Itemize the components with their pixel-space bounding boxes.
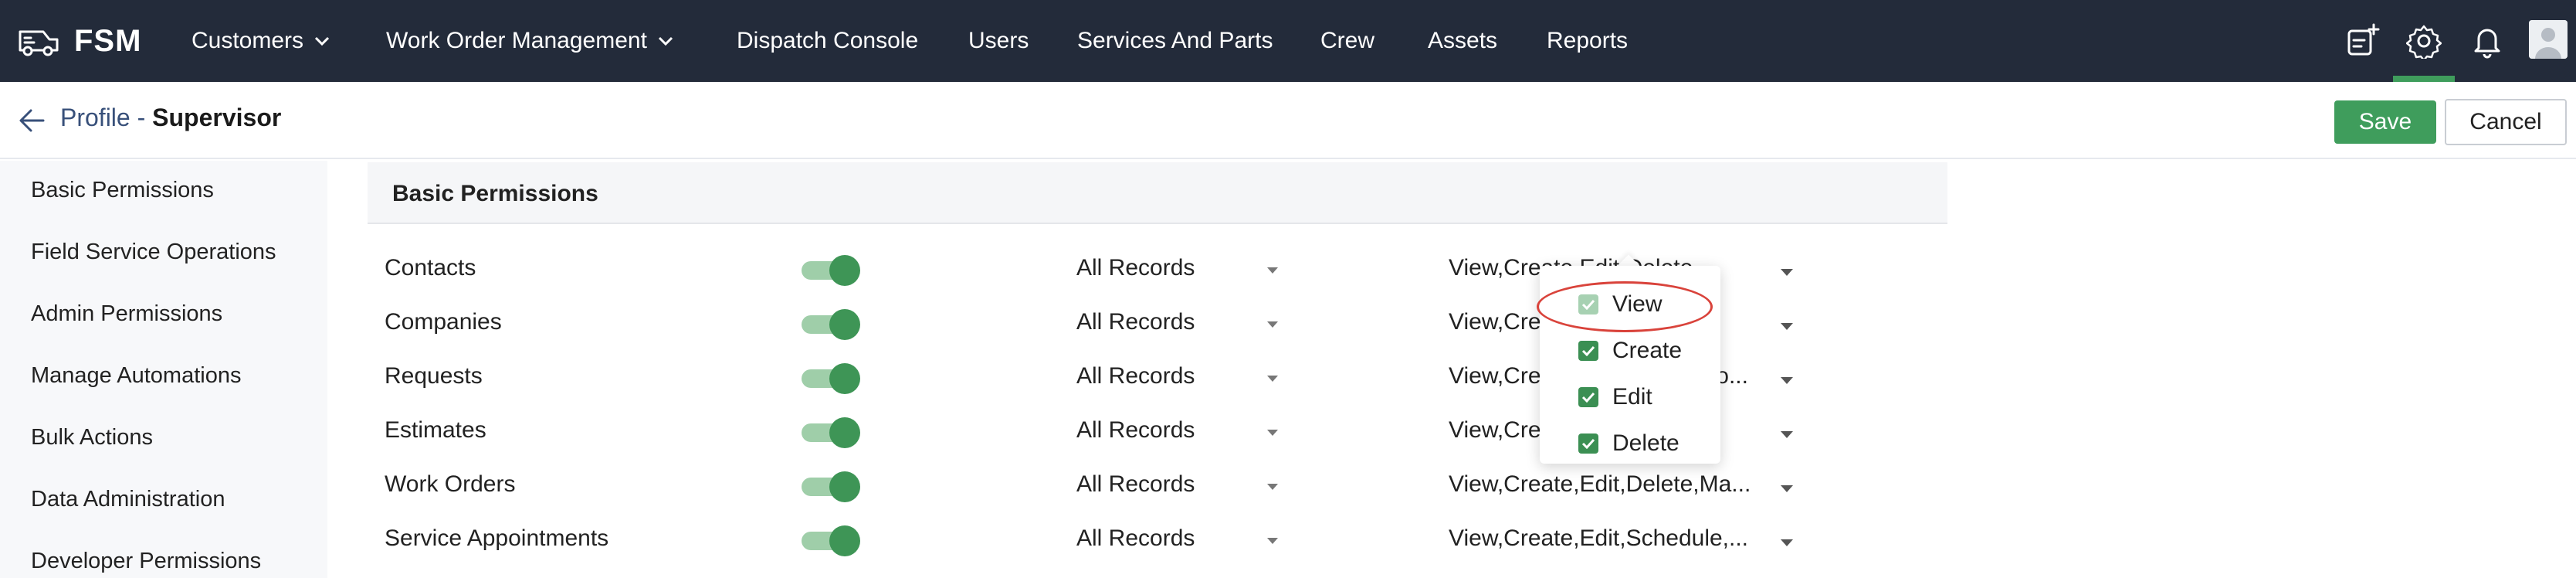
- module-toggle[interactable]: [802, 525, 860, 556]
- gear-icon[interactable]: [2406, 23, 2442, 59]
- caret-down-icon[interactable]: [1267, 538, 1278, 544]
- module-name: Companies: [385, 309, 502, 335]
- module-toggle[interactable]: [802, 255, 860, 286]
- permissions-select[interactable]: View,Create,Edit,Schedule,...: [1449, 525, 1757, 552]
- panel-title: Basic Permissions: [392, 181, 598, 206]
- nav-item-users[interactable]: Users: [968, 0, 1029, 82]
- bell-icon[interactable]: [2469, 23, 2505, 59]
- nav-item-label: Users: [968, 28, 1029, 53]
- records-select[interactable]: All Records: [1076, 309, 1195, 335]
- records-select[interactable]: All Records: [1076, 255, 1195, 281]
- caret-down-icon[interactable]: [1267, 321, 1278, 328]
- checkbox-checked-icon: [1578, 387, 1598, 407]
- caret-down-icon[interactable]: [1267, 267, 1278, 274]
- caret-down-icon[interactable]: [1267, 430, 1278, 436]
- panel-header: Basic Permissions: [368, 162, 1947, 224]
- records-select[interactable]: All Records: [1076, 471, 1195, 498]
- active-nav-indicator: [2393, 76, 2455, 82]
- title-separator: -: [130, 104, 153, 131]
- caret-down-icon[interactable]: [1781, 377, 1793, 384]
- chevron-down-icon: [314, 36, 330, 46]
- back-arrow-icon[interactable]: [19, 108, 45, 133]
- sidebar-item-field-service-operations[interactable]: Field Service Operations: [31, 240, 276, 265]
- sidebar-item-admin-permissions[interactable]: Admin Permissions: [31, 301, 222, 327]
- title-bar: Profile - Supervisor Save Cancel: [0, 82, 2576, 159]
- cancel-button[interactable]: Cancel: [2445, 99, 2567, 145]
- checkbox-checked-icon: [1578, 341, 1598, 361]
- save-button[interactable]: Save: [2334, 100, 2436, 144]
- nav-item-services-and-parts[interactable]: Services And Parts: [1077, 0, 1273, 82]
- module-name: Contacts: [385, 255, 476, 280]
- top-navigation-bar: FSM Customers Work Order Management Disp…: [0, 0, 2576, 82]
- caret-down-icon[interactable]: [1781, 485, 1793, 492]
- sidebar-item-basic-permissions[interactable]: Basic Permissions: [31, 178, 214, 203]
- nav-item-reports[interactable]: Reports: [1547, 0, 1628, 82]
- user-silhouette-icon: [2529, 20, 2568, 59]
- nav-item-crew[interactable]: Crew: [1320, 0, 1374, 82]
- breadcrumb-profile[interactable]: Profile: [60, 104, 130, 131]
- records-select[interactable]: All Records: [1076, 363, 1195, 389]
- option-label: Create: [1612, 338, 1683, 363]
- option-delete[interactable]: Delete: [1578, 428, 1679, 459]
- caret-down-icon[interactable]: [1267, 376, 1278, 382]
- chevron-down-icon: [658, 36, 673, 46]
- module-name: Work Orders: [385, 471, 516, 497]
- checkbox-checked-icon: [1578, 434, 1598, 454]
- module-name: Estimates: [385, 417, 486, 443]
- nav-item-label: Services And Parts: [1077, 28, 1273, 53]
- brand[interactable]: FSM: [17, 0, 141, 82]
- brand-name: FSM: [74, 23, 142, 58]
- van-logo-icon: [19, 30, 59, 56]
- module-toggle[interactable]: [802, 417, 860, 448]
- create-record-icon[interactable]: [2344, 23, 2380, 59]
- sidebar-item-data-administration[interactable]: Data Administration: [31, 487, 225, 512]
- nav-item-label: Reports: [1547, 28, 1629, 53]
- highlight-annotation-ring: [1537, 281, 1713, 332]
- nav-item-customers[interactable]: Customers: [192, 0, 330, 82]
- module-name: Requests: [385, 363, 483, 389]
- nav-item-label: Work Order Management: [386, 28, 647, 53]
- nav-item-label: Assets: [1428, 28, 1498, 53]
- page-title: Profile - Supervisor: [60, 104, 281, 132]
- sidebar-item-bulk-actions[interactable]: Bulk Actions: [31, 425, 153, 450]
- records-select[interactable]: All Records: [1076, 525, 1195, 552]
- option-label: Edit: [1612, 384, 1652, 410]
- nav-item-work-order-management[interactable]: Work Order Management: [386, 0, 673, 82]
- module-toggle[interactable]: [802, 471, 860, 502]
- module-toggle[interactable]: [802, 309, 860, 340]
- caret-down-icon[interactable]: [1781, 269, 1793, 276]
- option-create[interactable]: Create: [1578, 335, 1682, 366]
- nav-item-dispatch-console[interactable]: Dispatch Console: [737, 0, 918, 82]
- option-edit[interactable]: Edit: [1578, 382, 1652, 413]
- caret-down-icon[interactable]: [1781, 323, 1793, 330]
- permissions-sidebar: Basic Permissions Field Service Operatio…: [0, 161, 327, 578]
- permissions-select[interactable]: View,Create,Edit,Delete,Ma...: [1449, 471, 1757, 498]
- caret-down-icon[interactable]: [1267, 484, 1278, 490]
- nav-item-label: Dispatch Console: [737, 28, 919, 53]
- profile-name: Supervisor: [152, 104, 282, 131]
- option-label: Delete: [1612, 430, 1679, 456]
- sidebar-item-developer-permissions[interactable]: Developer Permissions: [31, 549, 261, 574]
- nav-item-assets[interactable]: Assets: [1428, 0, 1497, 82]
- module-name: Service Appointments: [385, 525, 609, 551]
- records-select[interactable]: All Records: [1076, 417, 1195, 444]
- module-toggle[interactable]: [802, 363, 860, 394]
- nav-item-label: Customers: [192, 28, 304, 53]
- caret-down-icon[interactable]: [1781, 431, 1793, 438]
- nav-item-label: Crew: [1320, 28, 1375, 53]
- user-avatar[interactable]: [2529, 20, 2568, 59]
- sidebar-item-manage-automations[interactable]: Manage Automations: [31, 363, 241, 389]
- caret-down-icon[interactable]: [1781, 539, 1793, 546]
